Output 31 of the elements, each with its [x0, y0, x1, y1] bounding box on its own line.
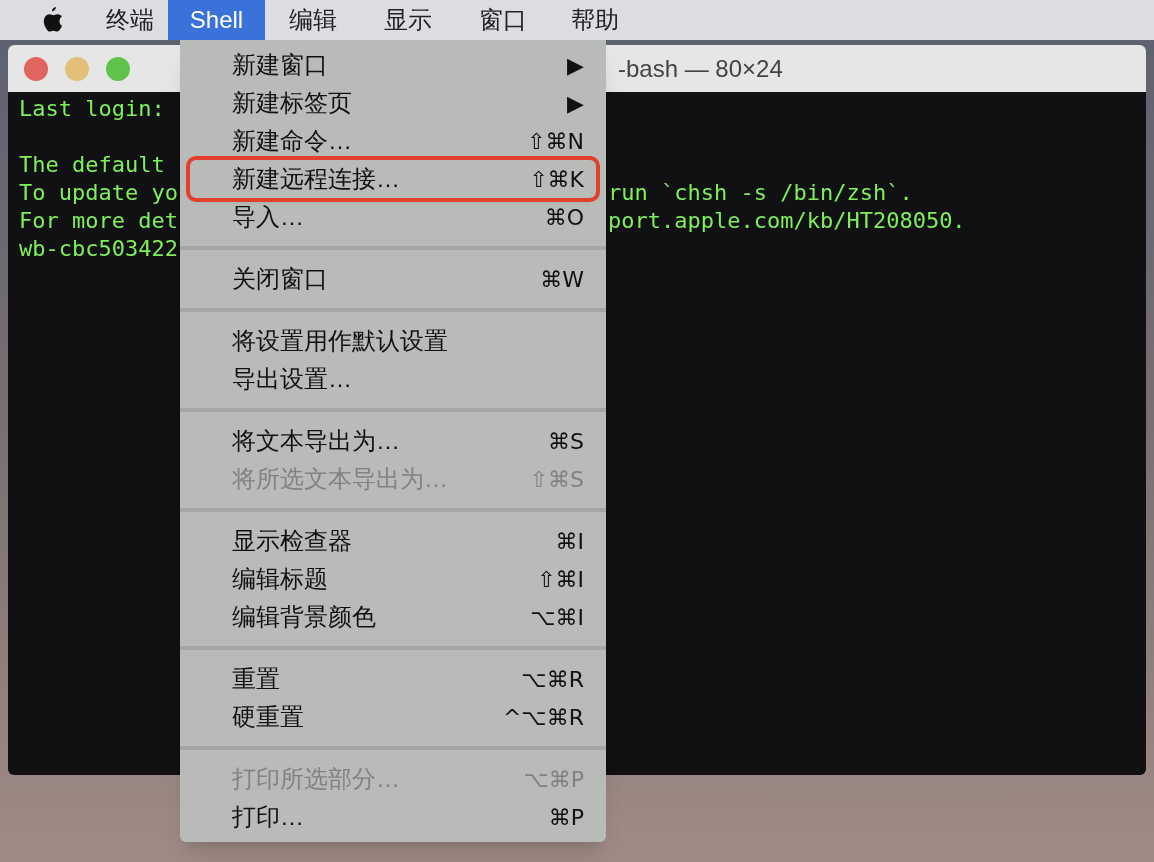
- menu-item[interactable]: 显示检查器 ⌘I: [190, 522, 596, 560]
- zoom-button[interactable]: [106, 56, 130, 81]
- menu-item[interactable]: 新建命令… ⇧⌘N: [190, 122, 596, 160]
- menu-bar-item[interactable]: 编辑: [265, 0, 361, 40]
- menu-item[interactable]: 关闭窗口 ⌘W: [190, 260, 596, 298]
- menu-item[interactable]: 打印… ⌘P: [190, 798, 596, 836]
- menu-bar-item[interactable]: 帮助: [550, 0, 640, 40]
- menu-item[interactable]: 编辑标题 ⇧⌘I: [190, 560, 596, 598]
- menu-bar-item[interactable]: Shell: [168, 0, 265, 40]
- menu-item[interactable]: 将设置用作默认设置: [190, 322, 596, 360]
- menu-item[interactable]: 新建窗口 ▶: [190, 46, 596, 84]
- menu-item[interactable]: 将文本导出为… ⌘S: [190, 422, 596, 460]
- menu-bar-item[interactable]: 窗口: [455, 0, 550, 40]
- terminal-text: wb-cbc503422: [19, 236, 178, 261]
- terminal-text: For more det: [19, 208, 178, 233]
- window-title: -bash — 80×24: [618, 53, 783, 84]
- terminal-text: port.apple.com/kb/HT208050.: [608, 207, 966, 235]
- menu-bar-item[interactable]: 终端: [92, 0, 168, 40]
- terminal-text: Last login:: [19, 96, 166, 121]
- minimize-button[interactable]: [65, 56, 89, 81]
- menu-item[interactable]: 导出设置…: [190, 360, 596, 398]
- menu-item[interactable]: 编辑背景颜色 ⌥⌘I: [190, 598, 596, 636]
- menu-item[interactable]: 硬重置 ^⌥⌘R: [190, 698, 596, 736]
- menu-item[interactable]: 导入… ⌘O: [190, 198, 596, 236]
- terminal-text: The default: [19, 152, 166, 177]
- menu-bar-item[interactable]: 显示: [361, 0, 455, 40]
- terminal-text: To update yo: [19, 180, 178, 205]
- menu-item[interactable]: 重置 ⌥⌘R: [190, 660, 596, 698]
- menu-item[interactable]: 新建标签页 ▶: [190, 84, 596, 122]
- close-button[interactable]: [24, 56, 48, 81]
- terminal-text: run `chsh -s /bin/zsh`.: [608, 179, 913, 207]
